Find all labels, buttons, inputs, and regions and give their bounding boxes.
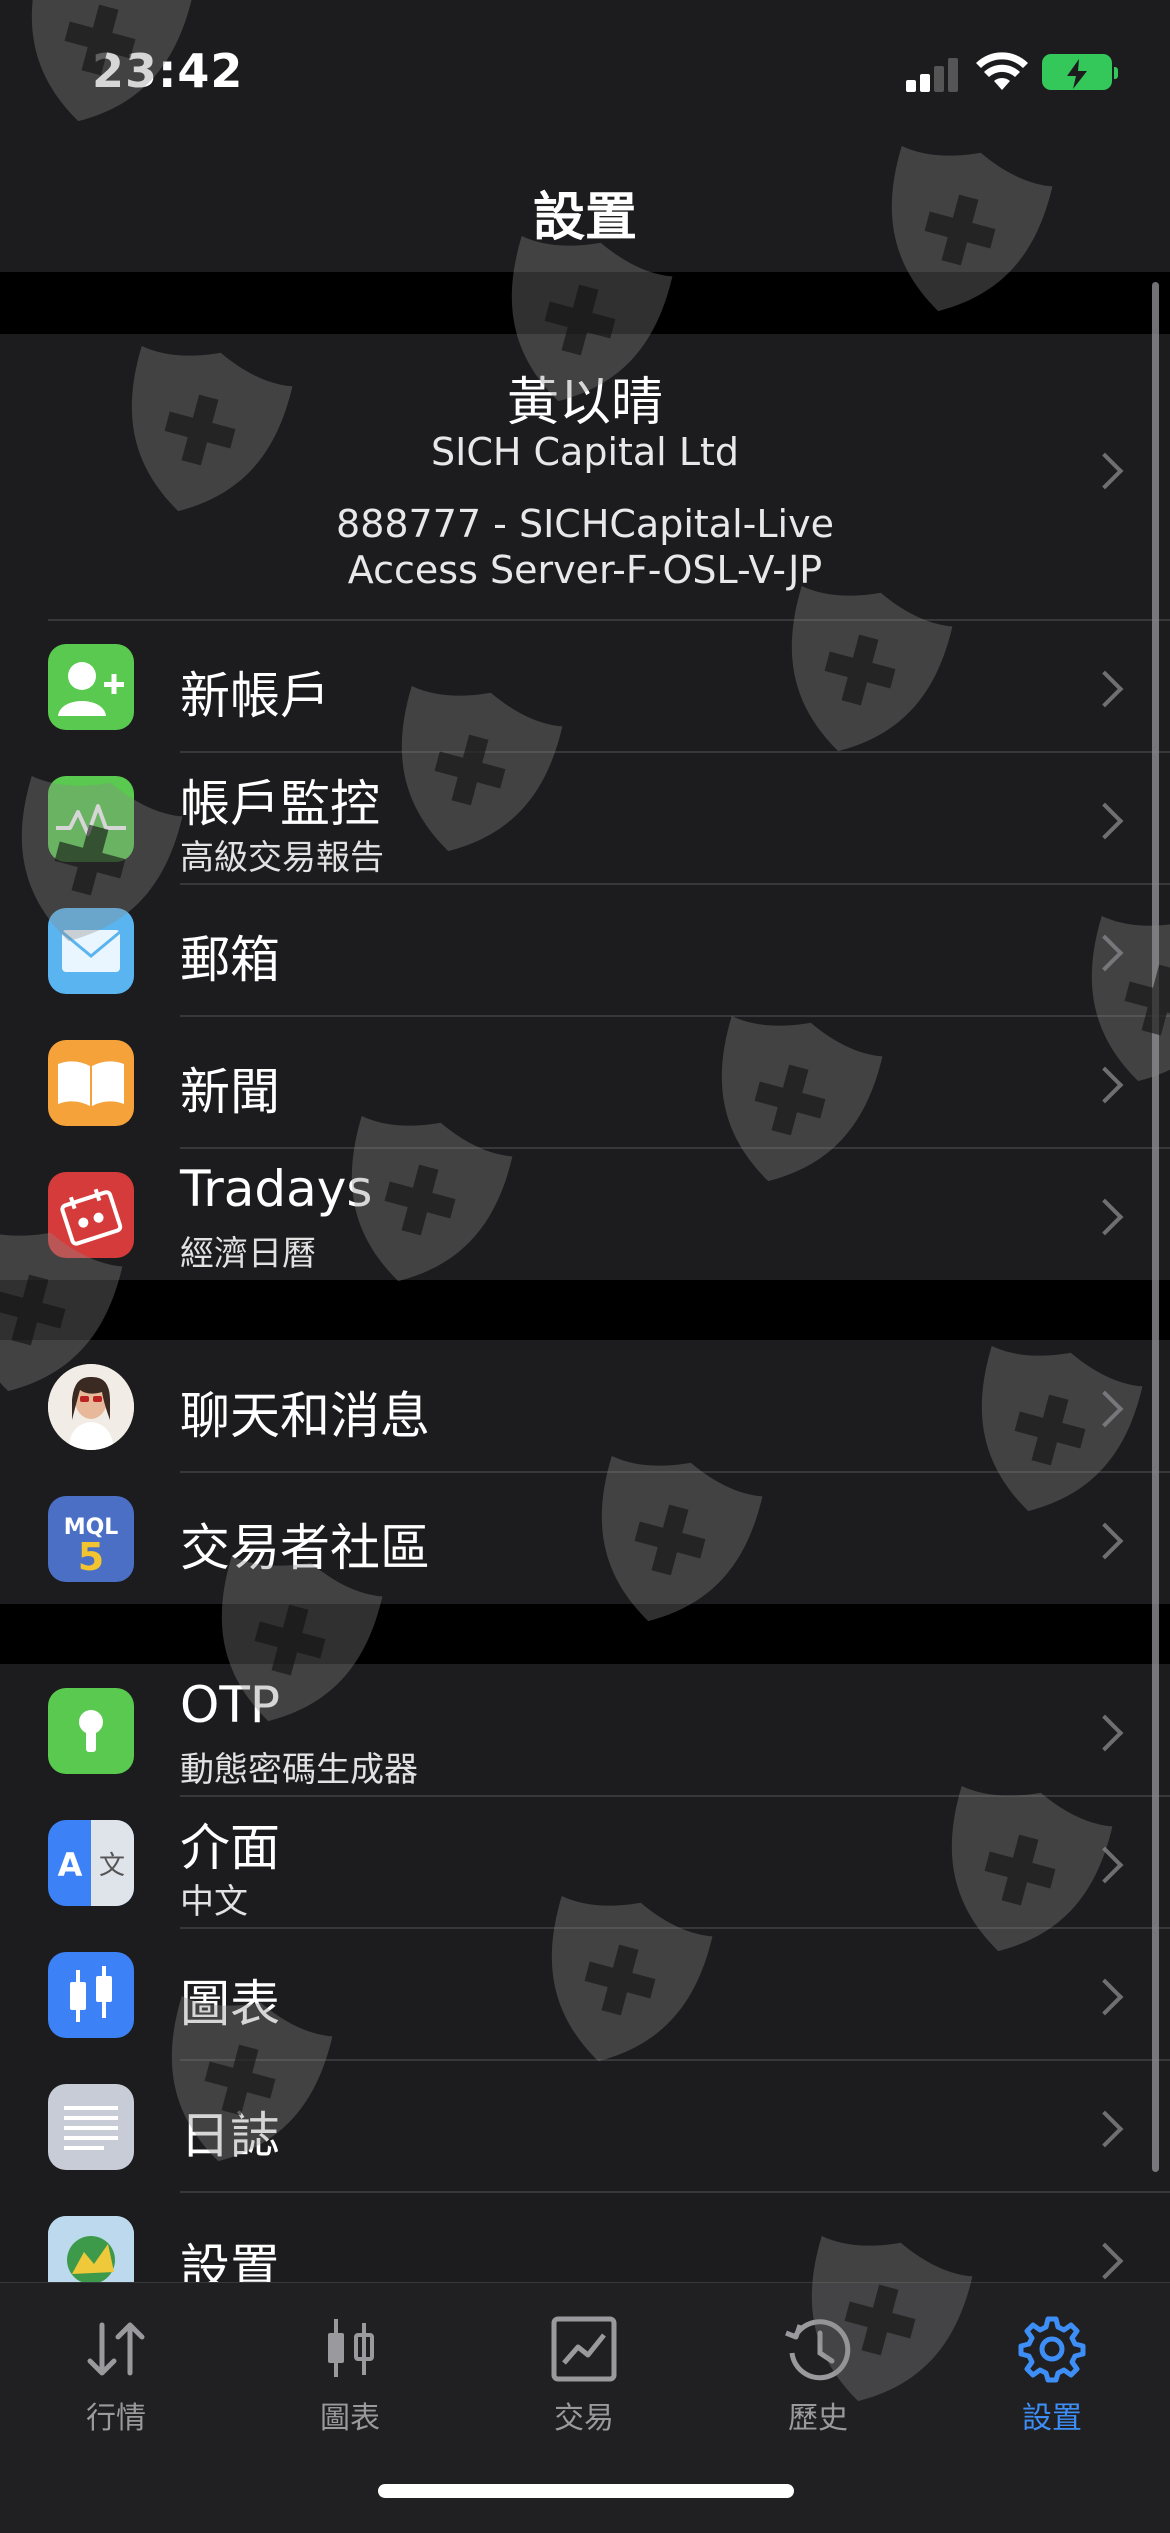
menu-item-new-account[interactable]: 新帳戶	[0, 620, 1170, 752]
menu-sublabel: 經濟日曆	[180, 1234, 316, 1274]
tab-history[interactable]: 歷史	[718, 2303, 918, 2436]
chevron-right-icon	[1086, 1714, 1124, 1752]
menu-sublabel: 動態密碼生成器	[180, 1750, 418, 1790]
chevron-right-icon	[1086, 1390, 1124, 1428]
svg-text:A: A	[58, 1846, 83, 1884]
page-title: 設置	[532, 188, 637, 248]
tab-chart[interactable]: 圖表	[250, 2303, 450, 2436]
menu-item-charts[interactable]: 圖表	[0, 1928, 1170, 2060]
section-divider	[0, 1280, 1170, 1340]
tab-label: 設置	[1022, 2401, 1082, 2436]
battery-icon	[1042, 54, 1118, 90]
account-login: 888777 - SICHCapital-Live	[336, 502, 834, 546]
account-company: SICH Capital Ltd	[430, 430, 740, 474]
menu-label: 帳戶監控	[180, 775, 380, 833]
chevron-right-icon	[1086, 1846, 1124, 1884]
chevron-right-icon	[1086, 1198, 1124, 1236]
chevron-right-icon	[1086, 670, 1124, 708]
menu-label: 日誌	[180, 2107, 280, 2165]
menu-sublabel: 中文	[180, 1882, 248, 1922]
candles-icon	[328, 2319, 374, 2377]
menu-label: 新帳戶	[180, 667, 330, 725]
tab-label: 交易	[554, 2401, 614, 2436]
translate-icon: A 文	[48, 1820, 134, 1906]
section-divider	[0, 1604, 1170, 1664]
cellular-signal-icon	[906, 56, 962, 92]
calendar-icon	[48, 1172, 134, 1258]
scrollbar[interactable]	[1152, 282, 1159, 2172]
menu-item-journal[interactable]: 日誌	[0, 2060, 1170, 2192]
menu-item-account-monitor[interactable]: 帳戶監控 高級交易報告	[0, 752, 1170, 884]
status-bar: 23:42	[0, 0, 1170, 150]
menu-item-chat[interactable]: 聊天和消息	[0, 1340, 1170, 1472]
menu-label: Tradays	[180, 1160, 373, 1218]
menu-item-interface[interactable]: A 文 介面 中文	[0, 1796, 1170, 1928]
chevron-right-icon	[1086, 802, 1124, 840]
mql5-icon: MQL 5	[48, 1496, 134, 1582]
menu-label: 圖表	[180, 1975, 280, 2033]
tab-trade[interactable]: 交易	[484, 2303, 684, 2436]
arrows-updown-icon	[87, 2322, 145, 2376]
chart-wave-icon	[48, 776, 134, 862]
avatar	[48, 1364, 134, 1450]
menu-item-otp[interactable]: OTP 動態密碼生成器	[0, 1664, 1170, 1796]
account-name: 黃以晴	[506, 373, 663, 433]
wifi-icon	[976, 52, 1028, 90]
tab-label: 圖表	[320, 2401, 380, 2436]
candles-icon	[48, 1952, 134, 2038]
chevron-right-icon	[1086, 2242, 1124, 2280]
menu-label: 介面	[180, 1819, 280, 1877]
section-divider	[0, 272, 1170, 334]
gear-icon	[1018, 2316, 1086, 2383]
lines-icon	[48, 2084, 134, 2170]
chevron-right-icon	[1086, 1522, 1124, 1560]
tab-quotes[interactable]: 行情	[16, 2303, 216, 2436]
menu-label: 郵箱	[180, 931, 280, 989]
menu-item-news[interactable]: 新聞	[0, 1016, 1170, 1148]
chevron-right-icon	[1086, 1066, 1124, 1104]
tab-label: 歷史	[788, 2401, 848, 2436]
menu-item-community[interactable]: MQL 5 交易者社區	[0, 1472, 1170, 1604]
trade-chart-icon	[551, 2316, 617, 2382]
tab-settings[interactable]: 設置	[952, 2303, 1152, 2436]
menu-label: 聊天和消息	[180, 1387, 430, 1445]
menu-label: 交易者社區	[180, 1519, 430, 1577]
tab-label: 行情	[86, 2401, 146, 2436]
account-card[interactable]: 黃以晴 SICH Capital Ltd 888777 - SICHCapita…	[0, 334, 1170, 620]
menu-sublabel: 高級交易報告	[180, 838, 384, 878]
book-icon	[48, 1040, 134, 1126]
status-time: 23:42	[92, 44, 244, 98]
keyhole-icon	[48, 1688, 134, 1774]
chevron-right-icon	[1086, 934, 1124, 972]
chevron-right-icon	[1086, 2110, 1124, 2148]
svg-text:文: 文	[99, 1851, 125, 1881]
account-server: Access Server-F-OSL-V-JP	[347, 548, 823, 592]
history-icon	[785, 2319, 851, 2381]
menu-item-tradays[interactable]: Tradays 經濟日曆	[0, 1148, 1170, 1280]
menu-label: 新聞	[180, 1063, 280, 1121]
chevron-right-icon	[1086, 1978, 1124, 2016]
menu-item-mailbox[interactable]: 郵箱	[0, 884, 1170, 1016]
svg-text:5: 5	[78, 1535, 104, 1579]
mail-icon	[48, 908, 134, 994]
menu-label: OTP	[180, 1676, 281, 1734]
home-indicator[interactable]	[378, 2484, 794, 2498]
add-user-icon	[48, 644, 134, 730]
